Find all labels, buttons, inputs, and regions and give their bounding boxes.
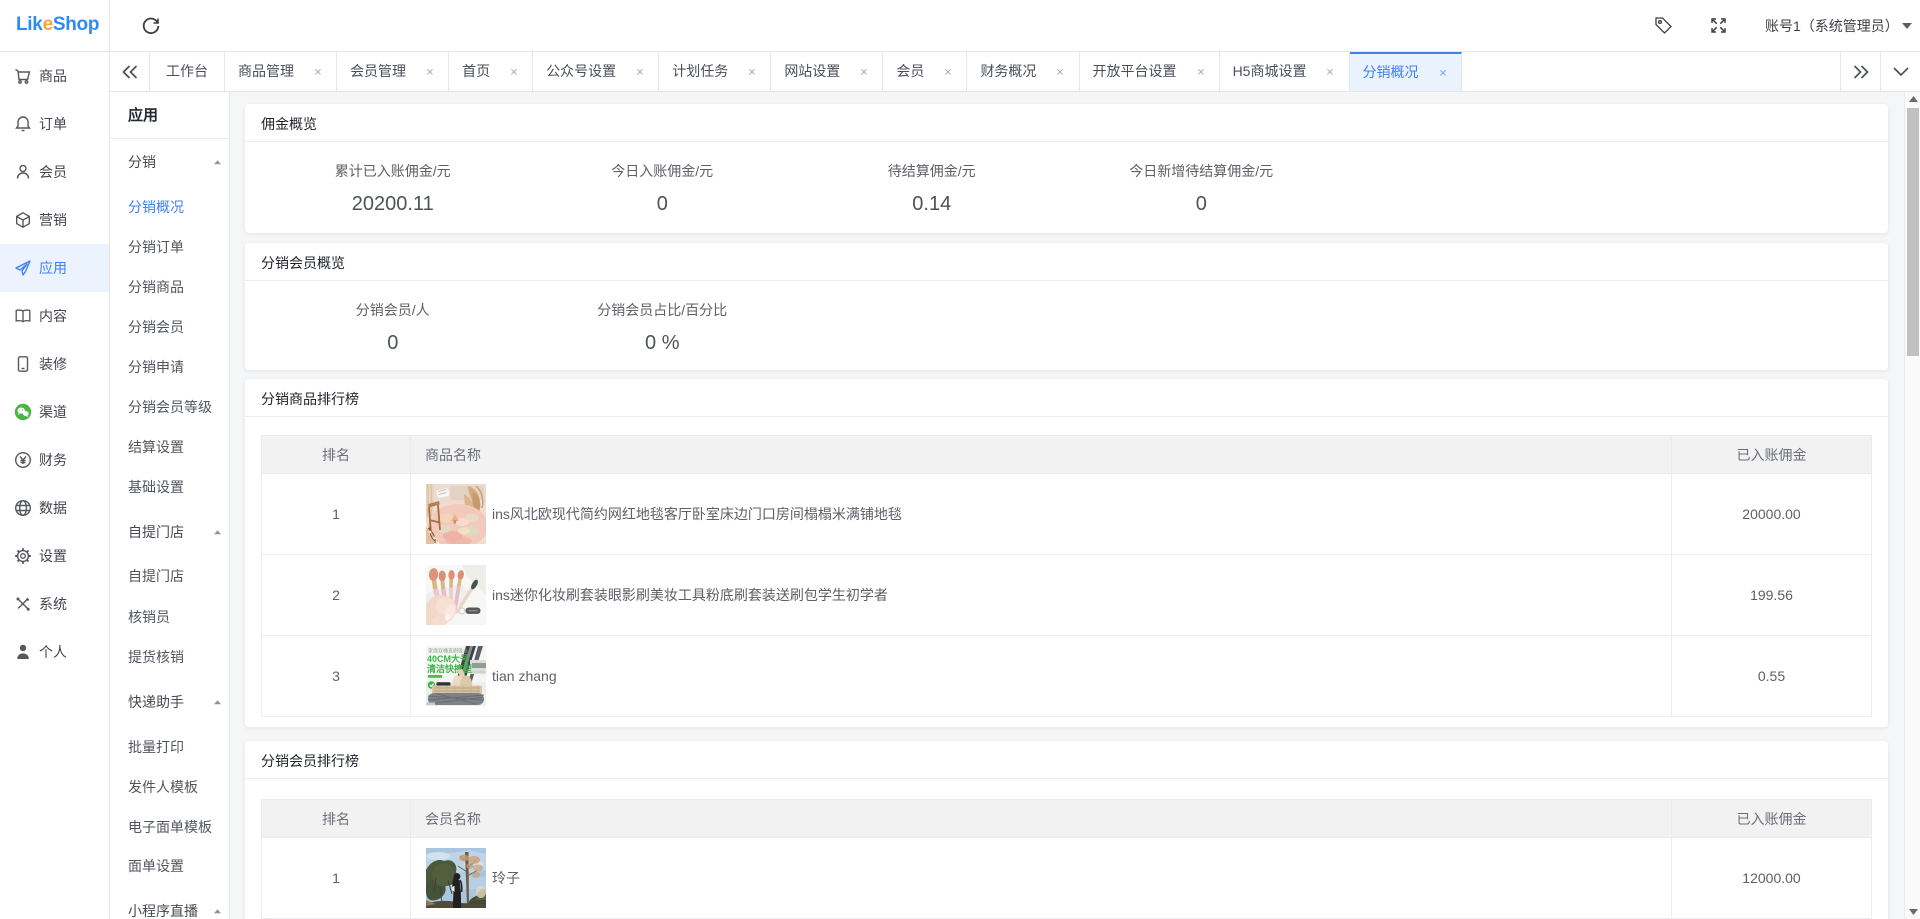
svg-text:清洁快擦型: 清洁快擦型: [427, 663, 472, 674]
svg-text:40CM大号: 40CM大号: [427, 653, 469, 664]
